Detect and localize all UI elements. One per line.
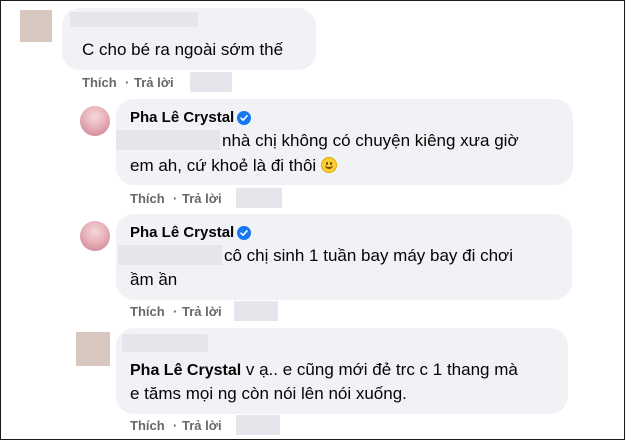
slightly-smiling-face-icon bbox=[320, 157, 337, 173]
timestamp-redacted[interactable] bbox=[236, 415, 280, 435]
like-button[interactable]: Thích bbox=[82, 75, 117, 91]
mention-link[interactable]: Pha Lê Crystal bbox=[130, 362, 241, 379]
timestamp-redacted[interactable] bbox=[190, 72, 232, 92]
comment-bubble: C cho bé ra ngoài sớm thế bbox=[62, 8, 316, 70]
avatar[interactable] bbox=[20, 10, 52, 42]
separator-dot: · bbox=[173, 418, 178, 433]
comment-text: C cho bé ra ngoài sớm thế bbox=[82, 40, 284, 59]
reply-button[interactable]: Trả lời bbox=[182, 191, 222, 207]
comment-text: v ạ.. e cũng mới đẻ trc c 1 thang mà bbox=[241, 360, 518, 379]
author-name[interactable]: Pha Lê Crystal bbox=[130, 109, 234, 127]
like-button[interactable]: Thích bbox=[130, 304, 165, 320]
timestamp-redacted[interactable] bbox=[234, 301, 278, 321]
comment-text-line2: em ah, cứ khoẻ là đi thôi bbox=[130, 154, 337, 178]
comment-text-line1: Pha Lê Crystal v ạ.. e cũng mới đẻ trc c… bbox=[130, 358, 518, 383]
avatar[interactable] bbox=[76, 332, 110, 366]
separator-dot: · bbox=[173, 191, 178, 206]
comment-text: nhà chị không có chuyện kiêng xưa giờ bbox=[222, 131, 519, 150]
avatar[interactable] bbox=[80, 221, 110, 251]
timestamp-redacted[interactable] bbox=[236, 188, 282, 208]
comment-text: e tăms mọi ng còn nói lên nói xuống. bbox=[130, 384, 407, 403]
reply-button[interactable]: Trả lời bbox=[134, 75, 174, 91]
separator-dot: · bbox=[125, 75, 130, 90]
mention-redacted[interactable] bbox=[118, 245, 222, 265]
separator-dot: · bbox=[173, 304, 178, 319]
reply-button[interactable]: Trả lời bbox=[182, 418, 222, 434]
commenter-name-redacted[interactable] bbox=[70, 12, 198, 27]
like-button[interactable]: Thích bbox=[130, 191, 165, 207]
verified-badge-icon bbox=[237, 111, 251, 125]
like-button[interactable]: Thích bbox=[130, 418, 165, 434]
commenter-name-redacted[interactable] bbox=[122, 334, 208, 352]
avatar[interactable] bbox=[80, 106, 110, 136]
comment-bubble: Pha Lê Crystal nhà chị không có chuyện k… bbox=[116, 99, 573, 185]
author-name[interactable]: Pha Lê Crystal bbox=[130, 224, 234, 242]
comment-bubble: Pha Lê Crystal cô chị sinh 1 tuần bay má… bbox=[116, 214, 572, 300]
comment-bubble: Pha Lê Crystal v ạ.. e cũng mới đẻ trc c… bbox=[116, 328, 568, 414]
comment-text: ầm ần bbox=[130, 270, 178, 289]
verified-badge-icon bbox=[237, 226, 251, 240]
comment-text: em ah, cứ khoẻ là đi thôi bbox=[130, 156, 317, 175]
comment-text: cô chị sinh 1 tuần bay máy bay đi chơi bbox=[224, 246, 513, 265]
mention-redacted[interactable] bbox=[116, 130, 220, 150]
reply-button[interactable]: Trả lời bbox=[182, 304, 222, 320]
